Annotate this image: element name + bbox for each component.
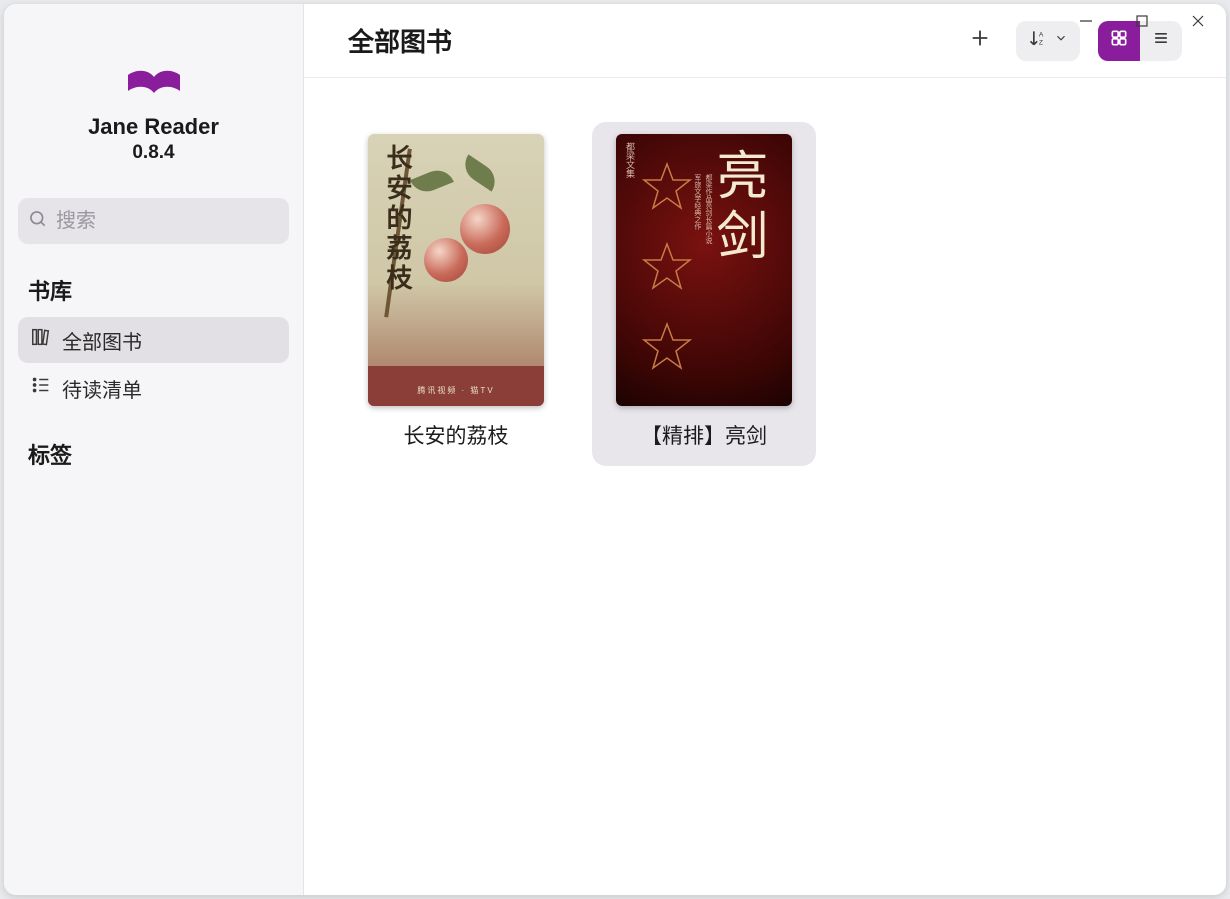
app-version: 0.8.4 (132, 142, 174, 164)
book-grid: 长安的荔枝 腾讯视频 · 猫TV 长安的荔枝 都梁文集 亮剑 都梁作品亮剑长篇小… (304, 78, 1226, 895)
close-button[interactable] (1170, 4, 1226, 38)
sidebar-item-label: 待读清单 (62, 374, 142, 403)
book-title: 【精排】亮剑 (641, 420, 767, 450)
page-title: 全部图书 (348, 22, 962, 59)
sort-az-icon: AZ (1028, 28, 1048, 53)
sidebar: Jane Reader 0.8.4 书库 全部图书 待读清单 标签 (4, 4, 304, 895)
search-icon (28, 209, 48, 234)
add-button[interactable] (962, 23, 998, 59)
book-logo-icon (126, 69, 182, 104)
main-area: 全部图书 AZ (304, 4, 1226, 895)
window-controls (1058, 4, 1226, 42)
search-input-container[interactable] (18, 198, 289, 244)
sidebar-item-reading-list[interactable]: 待读清单 (18, 365, 289, 411)
sidebar-item-all-books[interactable]: 全部图书 (18, 317, 289, 363)
svg-text:A: A (1039, 31, 1044, 38)
book-card[interactable]: 长安的荔枝 腾讯视频 · 猫TV 长安的荔枝 (344, 122, 568, 466)
list-icon (30, 374, 52, 402)
maximize-button[interactable] (1114, 4, 1170, 38)
book-title: 长安的荔枝 (404, 420, 509, 450)
book-cover: 都梁文集 亮剑 都梁作品亮剑长篇小说军旅文学经典之作 (616, 134, 792, 406)
plus-icon (969, 27, 991, 54)
svg-text:Z: Z (1039, 40, 1043, 47)
cover-title-text: 长安的荔枝 (380, 144, 417, 294)
library-section-title: 书库 (16, 266, 291, 316)
sidebar-item-label: 全部图书 (62, 326, 142, 355)
app-brand: Jane Reader 0.8.4 (16, 69, 291, 164)
app-name: Jane Reader (88, 114, 219, 140)
search-input[interactable] (56, 210, 279, 233)
minimize-button[interactable] (1058, 4, 1114, 38)
cover-tag: 都梁文集 (624, 142, 637, 178)
app-window: Jane Reader 0.8.4 书库 全部图书 待读清单 标签 (4, 4, 1226, 895)
book-card[interactable]: 都梁文集 亮剑 都梁作品亮剑长篇小说军旅文学经典之作 【精排】亮剑 (592, 122, 816, 466)
book-cover: 长安的荔枝 腾讯视频 · 猫TV (368, 134, 544, 406)
books-icon (30, 326, 52, 354)
tags-section-title: 标签 (16, 430, 291, 480)
